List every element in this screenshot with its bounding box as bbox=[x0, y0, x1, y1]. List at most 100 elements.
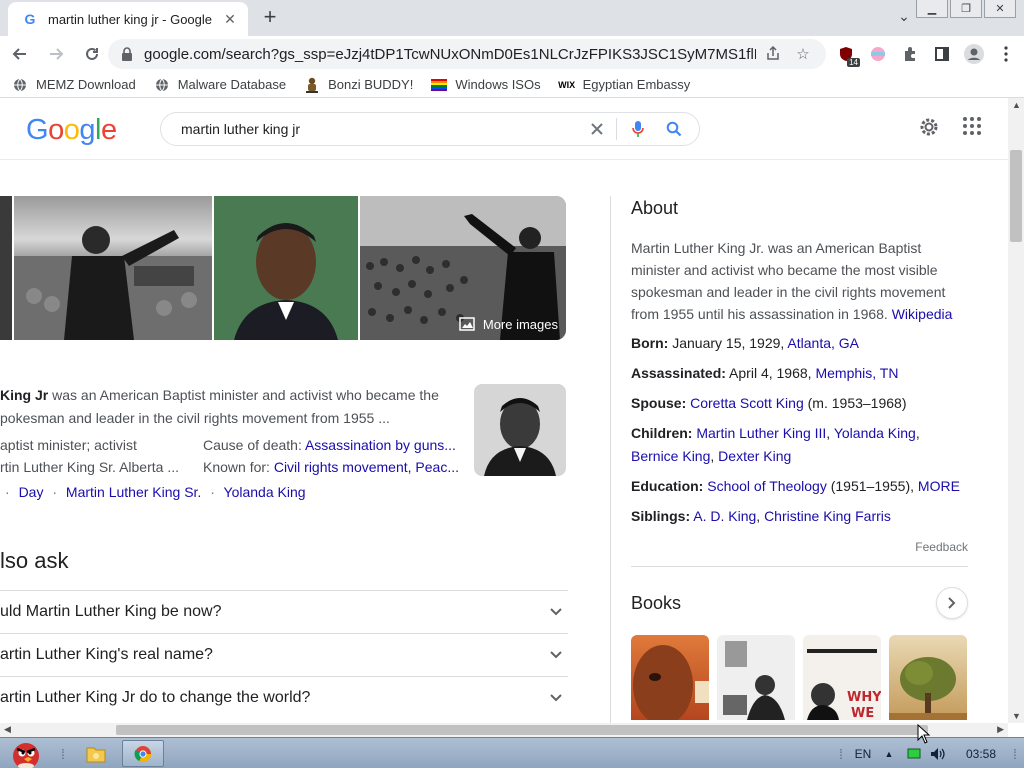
clock[interactable]: 03:58 bbox=[958, 740, 1004, 767]
back-button[interactable] bbox=[4, 38, 36, 70]
education-link[interactable]: School of Theology bbox=[707, 478, 827, 494]
profile-avatar-icon[interactable] bbox=[960, 40, 988, 68]
about-heading: About bbox=[631, 198, 679, 218]
tab-title: martin luther king jr - Google bbox=[48, 11, 213, 27]
child-link[interactable]: Dexter King bbox=[718, 448, 791, 464]
reload-button[interactable] bbox=[76, 38, 108, 70]
wikipedia-link[interactable]: Wikipedia bbox=[892, 306, 953, 322]
forward-button[interactable] bbox=[40, 38, 72, 70]
chrome-icon bbox=[134, 745, 152, 762]
browser-toolbar: google.com/search?gs_ssp=eJzj4tDP1TcwNUx… bbox=[0, 36, 1024, 72]
related-link[interactable]: Martin Luther King Sr. bbox=[66, 484, 201, 500]
about-text: Martin Luther King Jr. was an American B… bbox=[631, 237, 968, 325]
child-link[interactable]: Martin Luther King III bbox=[696, 425, 826, 441]
bookmark-star-icon[interactable]: ☆ bbox=[790, 41, 816, 67]
apps-grid-icon[interactable] bbox=[962, 116, 982, 143]
fact-occupation: aptist minister; activist bbox=[0, 437, 137, 453]
fact-link[interactable]: Civil rights movement, Peac... bbox=[274, 459, 459, 475]
chevron-down-icon bbox=[544, 603, 568, 621]
books-carousel: WHY WE bbox=[631, 635, 968, 720]
bookmark-windows-isos[interactable]: Windows ISOs bbox=[431, 77, 541, 93]
bookmark-memz[interactable]: MEMZ Download bbox=[12, 77, 136, 93]
settings-gear-icon[interactable] bbox=[918, 116, 940, 143]
ublock-extension-icon[interactable]: 14 bbox=[832, 40, 860, 68]
sibling-link[interactable]: A. D. King bbox=[693, 508, 756, 524]
scroll-left-arrow-icon[interactable]: ◀ bbox=[4, 724, 11, 735]
tab-search-chevron-icon[interactable]: ⌄ bbox=[893, 8, 915, 28]
fact-link[interactable]: Assassination by guns... bbox=[305, 437, 456, 453]
menu-kebab-icon[interactable] bbox=[992, 40, 1020, 68]
scroll-right-arrow-icon[interactable]: ▶ bbox=[997, 724, 1004, 735]
sibling-link[interactable]: Christine King Farris bbox=[764, 508, 891, 524]
lock-icon[interactable] bbox=[120, 47, 134, 61]
feedback-link[interactable]: Feedback bbox=[631, 540, 968, 554]
browser-tab[interactable]: G martin luther king jr - Google ✕ bbox=[8, 2, 248, 36]
chevron-right-icon[interactable] bbox=[936, 587, 968, 619]
paa-question[interactable]: artin Luther King's real name? bbox=[0, 633, 568, 676]
scroll-down-arrow-icon[interactable]: ▼ bbox=[1012, 711, 1021, 721]
show-hidden-icons-arrow[interactable]: ▲ bbox=[882, 740, 896, 767]
search-icon[interactable] bbox=[659, 114, 689, 144]
horizontal-scroll-thumb[interactable] bbox=[116, 725, 928, 735]
minimize-button[interactable]: ▁ bbox=[916, 0, 948, 18]
death-place-link[interactable]: Memphis, TN bbox=[815, 365, 898, 381]
search-box[interactable]: martin luther king jr bbox=[160, 112, 700, 146]
close-window-button[interactable]: ✕ bbox=[984, 0, 1016, 18]
bookmark-malware-database[interactable]: Malware Database bbox=[154, 77, 286, 93]
portrait-thumbnail[interactable] bbox=[474, 384, 566, 476]
image-thumbnail-speech[interactable] bbox=[14, 196, 212, 340]
fact-label: Known for: bbox=[203, 459, 274, 475]
child-link[interactable]: Bernice King bbox=[631, 448, 710, 464]
image-thumbnail[interactable] bbox=[0, 196, 12, 340]
volume-icon[interactable] bbox=[928, 740, 948, 767]
microphone-icon[interactable] bbox=[623, 114, 653, 144]
chrome-taskbar-button[interactable] bbox=[122, 740, 164, 767]
bookmark-bonzi-buddy[interactable]: Bonzi BUDDY! bbox=[304, 77, 413, 93]
google-header: Google martin luther king jr bbox=[0, 98, 1008, 160]
search-input[interactable]: martin luther king jr bbox=[181, 121, 576, 137]
folder-icon[interactable] bbox=[82, 740, 110, 767]
bookmark-egyptian-embassy[interactable]: WIX Egyptian Embassy bbox=[558, 77, 690, 93]
scroll-up-arrow-icon[interactable]: ▲ bbox=[1012, 100, 1021, 110]
related-link[interactable]: Yolanda King bbox=[224, 484, 306, 500]
globe-icon bbox=[154, 77, 170, 93]
book-cover[interactable] bbox=[631, 635, 709, 720]
image-thumbnail-march[interactable]: More images bbox=[360, 196, 566, 340]
education-more-link[interactable]: MORE bbox=[918, 478, 960, 494]
show-desktop-gripper[interactable]: ⁞ bbox=[1010, 740, 1020, 767]
more-images-button[interactable]: More images bbox=[459, 316, 558, 332]
clear-search-icon[interactable] bbox=[582, 114, 612, 144]
related-link[interactable]: Day bbox=[19, 484, 44, 500]
colorful-extension-icon[interactable] bbox=[864, 40, 892, 68]
side-panel-icon[interactable] bbox=[928, 40, 956, 68]
new-tab-button[interactable]: + bbox=[256, 6, 284, 30]
horizontal-scrollbar[interactable]: ◀ ▶ bbox=[0, 723, 1008, 737]
puzzle-extensions-icon[interactable] bbox=[896, 40, 924, 68]
address-bar[interactable]: google.com/search?gs_ssp=eJzj4tDP1TcwNUx… bbox=[108, 39, 826, 69]
book-cover[interactable] bbox=[889, 635, 967, 720]
vertical-scrollbar[interactable]: ▲ ▼ bbox=[1008, 98, 1024, 723]
share-icon[interactable] bbox=[760, 41, 786, 67]
screen: G martin luther king jr - Google ✕ + ⌄ ▁… bbox=[0, 0, 1024, 768]
book-cover[interactable] bbox=[717, 635, 795, 720]
child-link[interactable]: Yolanda King bbox=[834, 425, 916, 441]
vertical-scroll-thumb[interactable] bbox=[1010, 150, 1022, 242]
language-indicator[interactable]: EN bbox=[852, 740, 874, 767]
more-images-label: More images bbox=[482, 316, 558, 332]
restore-button[interactable]: ❐ bbox=[950, 0, 982, 18]
paa-question[interactable]: artin Luther King Jr do to change the wo… bbox=[0, 676, 568, 719]
image-thumbnail-portrait[interactable] bbox=[214, 196, 358, 340]
birthplace-link[interactable]: Atlanta, GA bbox=[787, 335, 859, 351]
google-logo[interactable]: Google bbox=[26, 114, 117, 147]
paa-question[interactable]: uld Martin Luther King be now? bbox=[0, 590, 568, 633]
related-links: · Day · Martin Luther King Sr. · Yolanda… bbox=[0, 484, 306, 500]
taskbar-gripper: ⁞ bbox=[839, 745, 843, 762]
network-icon[interactable] bbox=[904, 740, 924, 767]
close-tab-icon[interactable]: ✕ bbox=[220, 9, 240, 29]
tab-strip: G martin luther king jr - Google ✕ + ⌄ ▁… bbox=[0, 0, 1024, 36]
book-cover[interactable]: WHY WE bbox=[803, 635, 881, 720]
url-text[interactable]: google.com/search?gs_ssp=eJzj4tDP1TcwNUx… bbox=[144, 46, 756, 63]
search-divider bbox=[616, 118, 617, 140]
start-button-angry-bird-icon[interactable] bbox=[2, 740, 50, 768]
spouse-link[interactable]: Coretta Scott King bbox=[690, 395, 804, 411]
